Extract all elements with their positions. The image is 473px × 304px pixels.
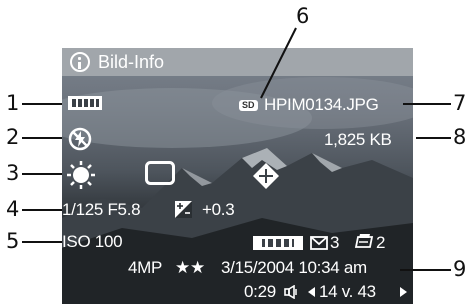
leader-line-6 — [260, 27, 297, 99]
